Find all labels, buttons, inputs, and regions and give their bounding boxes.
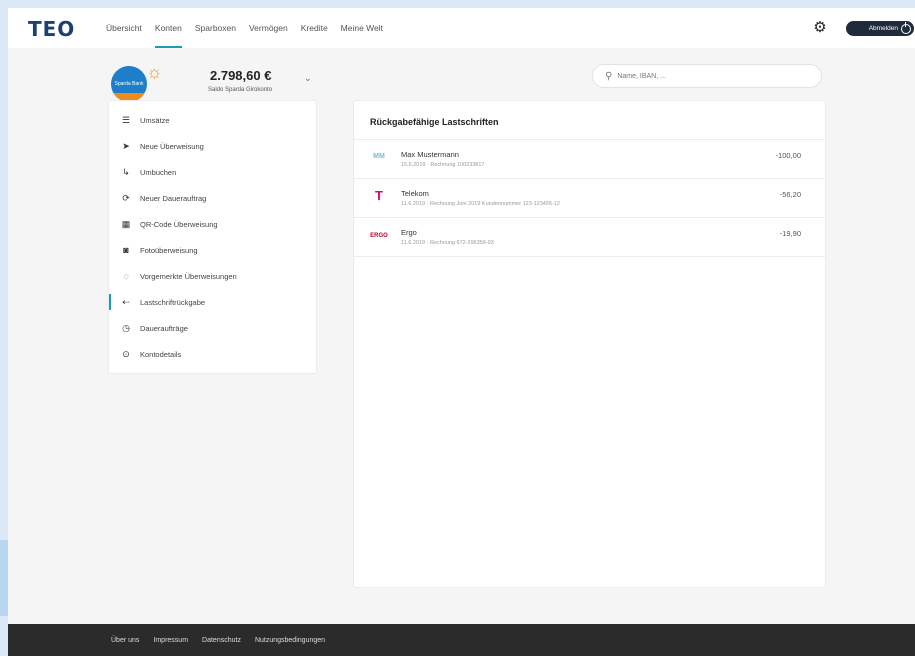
sidebar-item-neuer-dauerauftrag[interactable]: ⟳ Neuer Dauerauftrag [109, 185, 316, 211]
sidebar-item-qr-code-ueberweisung[interactable]: ▦ QR-Code Überweisung [109, 211, 316, 237]
sidebar: ☰ Umsätze ➤ Neue Überweisung ↳ Umbuchen … [108, 100, 317, 374]
direct-debit-card: Rückgabefähige Lastschriften MM Max Must… [353, 100, 826, 588]
logout-label: Abmelden [868, 25, 898, 32]
debit-amount: -19,90 [779, 229, 801, 238]
sidebar-item-label: Kontodetails [140, 349, 182, 359]
transfer-icon: ↳ [122, 167, 130, 177]
debit-name: Ergo [401, 228, 417, 237]
app-window: TEO Übersicht Konten Sparboxen Vermögen … [8, 8, 915, 656]
debit-description: 11.6.2019 · Rechnung Juni 2019 Kundennum… [401, 201, 560, 207]
telekom-logo: T [375, 188, 383, 203]
chevron-down-icon[interactable]: ⌄ [304, 73, 312, 84]
debit-amount: -56,20 [779, 190, 801, 199]
sidebar-item-label: Lastschriftrückgabe [140, 297, 206, 307]
card-title: Rückgabefähige Lastschriften [354, 101, 825, 140]
teo-logo[interactable]: TEO [28, 17, 75, 41]
sidebar-item-kontodetails[interactable]: ⊙ Kontodetails [109, 341, 316, 367]
nav-item-konten[interactable]: Konten [154, 8, 182, 48]
sidebar-item-lastschriftrueckgabe[interactable]: ⇠ Lastschriftrückgabe [109, 289, 316, 315]
sidebar-item-label: Umsätze [140, 115, 170, 125]
nav-item-kredite[interactable]: Kredite [301, 8, 328, 48]
pending-icon: ◌ [123, 271, 129, 281]
account-balance-label: Saldo Sparda Girokonto [208, 87, 273, 93]
sidebar-item-label: QR-Code Überweisung [140, 219, 218, 229]
background-strip [0, 540, 8, 616]
nav-item-sparboxen[interactable]: Sparboxen [195, 8, 236, 48]
return-icon: ⇠ [122, 297, 130, 307]
sidebar-item-label: Neuer Dauerauftrag [140, 193, 207, 203]
nav-item-vermoegen[interactable]: Vermögen [249, 8, 288, 48]
debit-name: Telekom [401, 189, 429, 198]
power-icon [901, 21, 911, 34]
nav-item-meine-welt[interactable]: Meine Welt [341, 8, 383, 48]
sidebar-item-dauerauftraege[interactable]: ◷ Daueraufträge [109, 315, 316, 341]
gear-icon[interactable]: ⚙ [812, 20, 828, 36]
sidebar-item-fotoueberweisung[interactable]: ◙ Fotoüberweisung [109, 237, 316, 263]
sidebar-item-umbuchen[interactable]: ↳ Umbuchen [109, 159, 316, 185]
debit-row[interactable]: ERGO Ergo 11.6.2019 · Rechnung 672-29635… [354, 218, 825, 257]
sidebar-item-label: Fotoüberweisung [140, 245, 198, 255]
repeat-icon: ⟳ [122, 193, 130, 203]
debit-description: 11.6.2019 · Rechnung 672-296356-93 [401, 240, 494, 246]
search-icon: ⚲ [605, 70, 613, 82]
sidebar-item-vorgemerkte-ueberweisungen[interactable]: ◌ Vorgemerkte Überweisungen [109, 263, 316, 289]
info-icon: ⊙ [122, 349, 130, 359]
account-balance: 2.798,60 € [210, 68, 272, 83]
account-avatar[interactable]: Sparda Bank [111, 66, 147, 102]
debit-name: Max Mustermann [401, 150, 459, 159]
clock-icon: ◷ [122, 323, 130, 333]
search-box[interactable]: ⚲ [592, 64, 822, 88]
sidebar-item-label: Neue Überweisung [140, 141, 204, 151]
sidebar-item-neue-ueberweisung[interactable]: ➤ Neue Überweisung [109, 133, 316, 159]
footer-link-ueber-uns[interactable]: Über uns [111, 637, 139, 644]
sidebar-item-label: Daueraufträge [140, 323, 188, 333]
sun-icon: ☼ [146, 62, 163, 82]
footer-link-impressum[interactable]: Impressum [153, 637, 188, 644]
footer-link-nutzungsbedingungen[interactable]: Nutzungsbedingungen [255, 637, 325, 644]
max-mustermann-logo: MM [373, 153, 385, 160]
debit-amount: -100,00 [775, 151, 801, 160]
footer: Über uns Impressum Datenschutz Nutzungsb… [8, 624, 915, 656]
debit-row[interactable]: T Telekom 11.6.2019 · Rechnung Juni 2019… [354, 179, 825, 218]
qr-code-icon: ▦ [121, 219, 131, 229]
sidebar-item-label: Umbuchen [140, 167, 177, 177]
sidebar-item-umsaetze[interactable]: ☰ Umsätze [109, 107, 316, 133]
search-input[interactable] [617, 72, 808, 80]
sidebar-item-label: Vorgemerkte Überweisungen [140, 271, 237, 281]
debit-row[interactable]: MM Max Mustermann 15.6.2019 · Rechnung 1… [354, 140, 825, 179]
ergo-logo: ERGO [370, 233, 388, 239]
main-nav: Übersicht Konten Sparboxen Vermögen Kred… [106, 8, 396, 48]
nav-item-uebersicht[interactable]: Übersicht [106, 8, 142, 48]
list-icon: ☰ [121, 115, 131, 125]
send-icon: ➤ [122, 141, 130, 151]
camera-icon: ◙ [123, 245, 129, 255]
footer-link-datenschutz[interactable]: Datenschutz [202, 637, 241, 644]
logout-button[interactable]: Abmelden [846, 21, 914, 36]
debit-description: 15.6.2019 · Rechnung 100233817 [401, 162, 485, 168]
top-header: TEO Übersicht Konten Sparboxen Vermögen … [8, 8, 915, 48]
